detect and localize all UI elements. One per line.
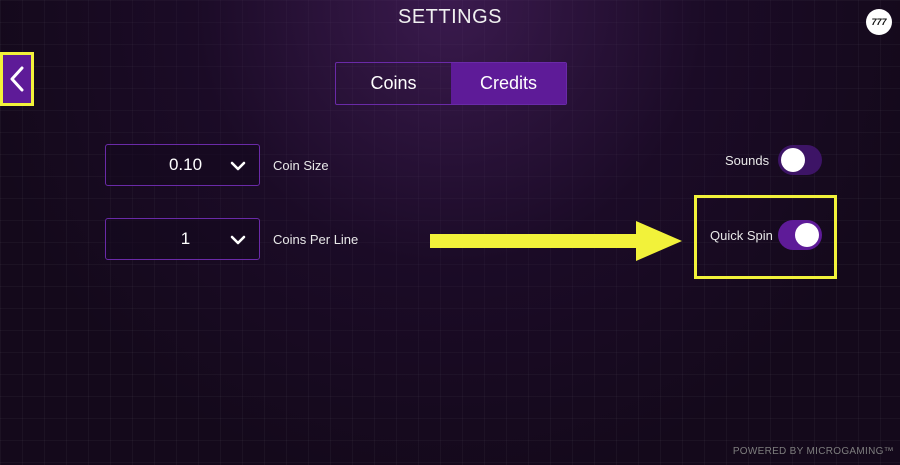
powered-by-footer: POWERED BY MICROGAMING™ <box>732 446 894 457</box>
tab-coins[interactable]: Coins <box>336 63 451 104</box>
page-title: SETTINGS <box>397 6 502 28</box>
back-button[interactable] <box>3 55 31 103</box>
toggle-knob <box>795 223 819 247</box>
quick-spin-toggle[interactable] <box>778 220 822 250</box>
annotation-arrow-shaft <box>430 234 640 248</box>
coins-per-line-select[interactable]: 1 <box>105 218 260 260</box>
toggle-knob <box>781 148 805 172</box>
quick-spin-label: Quick Spin <box>710 228 773 243</box>
sounds-toggle[interactable] <box>778 145 822 175</box>
tab-credits[interactable]: Credits <box>451 63 566 104</box>
chevron-left-icon <box>10 66 24 92</box>
annotation-arrow-icon <box>636 221 682 261</box>
chevron-down-icon <box>230 161 246 171</box>
coin-size-select[interactable]: 0.10 <box>105 144 260 186</box>
coin-size-label: Coin Size <box>273 158 329 173</box>
brand-logo: 777 <box>866 9 892 35</box>
chevron-down-icon <box>230 235 246 245</box>
mode-tabs: Coins Credits <box>335 62 567 105</box>
coins-per-line-label: Coins Per Line <box>273 232 359 247</box>
sounds-label: Sounds <box>725 153 770 168</box>
